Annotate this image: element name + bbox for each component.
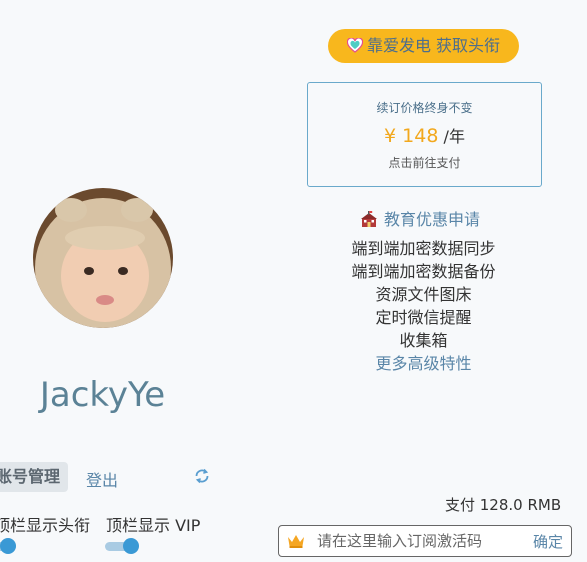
crown-icon [287,533,305,552]
payment-amount: 支付 128.0 RMB [445,496,562,514]
feature-item: 资源文件图床 [375,285,472,304]
price-note: 续订价格终身不变 [376,101,473,115]
sponsor-button[interactable]: 靠爱发电 获取头衔 [328,29,519,63]
activation-code-box: 确定 [278,525,572,557]
username: JackyYe [39,375,166,415]
show-title-toggle[interactable] [0,538,18,554]
more-features-link[interactable]: 更多高级特性 [307,352,540,375]
price-card[interactable]: 续订价格终身不变 ¥ 148 /年 点击前往支付 [307,82,542,187]
logout-link[interactable]: 登出 [86,467,118,491]
price-line: ¥ 148 /年 [308,123,541,147]
show-vip-label: 顶栏显示 VIP [106,516,201,535]
avatar-photo [33,188,173,328]
feature-item: 端到端加密数据备份 [351,262,496,281]
show-title-label: 顶栏显示头衔 [0,516,91,535]
sponsor-label: 靠爱发电 获取头衔 [366,36,501,55]
activation-code-input[interactable] [315,529,519,553]
show-vip-toggle[interactable] [105,538,141,554]
account-management-tab[interactable]: 账号管理 [0,462,68,492]
feature-item: 收集箱 [399,331,448,350]
price-amount: ¥ 148 [384,125,439,147]
feature-item: 端到端加密数据同步 [351,239,496,258]
school-icon [360,211,378,232]
go-pay-link[interactable]: 点击前往支付 [308,154,541,171]
refresh-icon[interactable] [193,467,211,485]
confirm-button[interactable]: 确定 [533,531,563,552]
education-label: 教育优惠申请 [384,210,481,229]
feature-item: 定时微信提醒 [375,308,472,327]
price-unit: /年 [443,127,465,146]
education-discount-link[interactable]: 教育优惠申请 [360,206,480,232]
heart-icon [346,31,364,65]
feature-list: 端到端加密数据同步 端到端加密数据备份 资源文件图床 定时微信提醒 收集箱 更多… [307,237,540,375]
avatar [33,188,173,328]
